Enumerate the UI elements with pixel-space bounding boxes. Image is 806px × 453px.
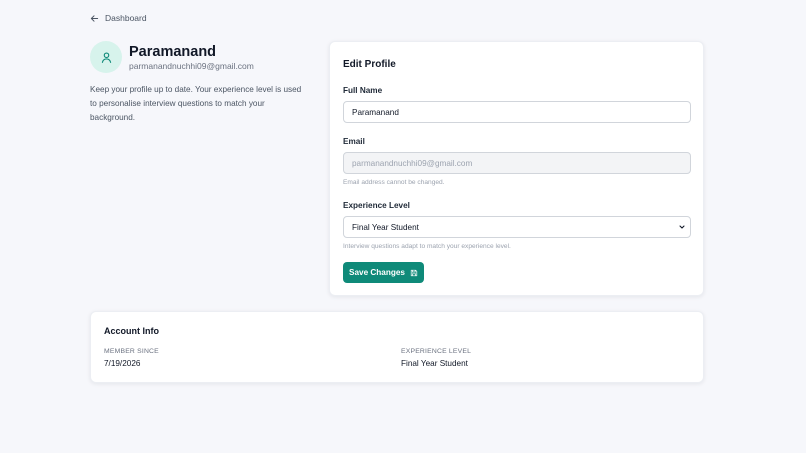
profile-email: parmanandnuchhi09@gmail.com [129, 60, 254, 71]
avatar [90, 41, 122, 73]
chevron-down-icon [679, 225, 685, 229]
profile-intro-text: Keep your profile up to date. Your exper… [90, 85, 302, 122]
experience-level-hint: Interview questions adapt to match your … [343, 243, 511, 250]
back-to-dashboard-link[interactable]: Dashboard [90, 13, 147, 23]
save-icon [410, 269, 418, 276]
experience-level-info-value: Final Year Student [401, 359, 468, 368]
experience-level-select[interactable]: Final Year Student [343, 216, 691, 238]
full-name-label: Full Name [343, 86, 383, 95]
save-changes-button[interactable]: Save Changes [343, 262, 424, 283]
member-since-value: 7/19/2026 [104, 359, 141, 368]
back-link-label: Dashboard [105, 13, 147, 23]
experience-level-info-label: Experience Level [401, 348, 472, 355]
edit-profile-title: Edit Profile [343, 59, 396, 70]
profile-name: Paramanand [129, 43, 217, 60]
email-label: Email [343, 137, 365, 146]
full-name-value: Paramanand [352, 107, 399, 117]
experience-level-label: Experience Level [343, 201, 410, 210]
profile-header: Paramanand parmanandnuchhi09@gmail.com [90, 41, 254, 73]
full-name-field[interactable]: Paramanand [343, 101, 691, 123]
email-value: parmanandnuchhi09@gmail.com [352, 158, 473, 168]
account-info-card: Account Info Member Since 7/19/2026 Expe… [90, 311, 704, 383]
arrow-left-icon [90, 14, 99, 22]
experience-level-value: Final Year Student [352, 222, 419, 232]
edit-profile-card: Edit Profile Full Name Paramanand Email … [329, 41, 704, 296]
account-info-title: Account Info [104, 326, 159, 336]
save-changes-label: Save Changes [349, 268, 405, 277]
member-since-label: Member Since [104, 348, 159, 355]
email-hint: Email address cannot be changed. [343, 179, 445, 186]
email-field: parmanandnuchhi09@gmail.com [343, 152, 691, 174]
user-icon [101, 51, 111, 63]
